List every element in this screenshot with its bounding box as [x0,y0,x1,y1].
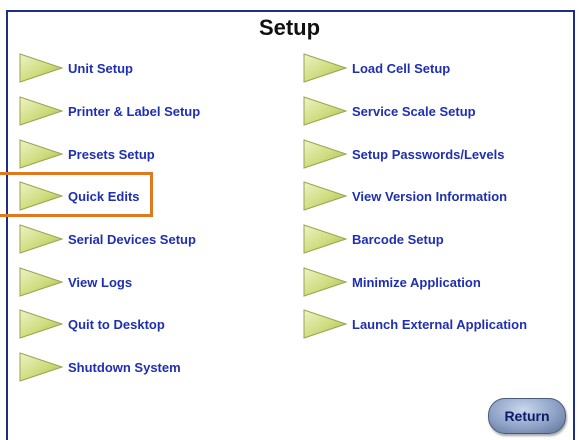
menu-item-label: Barcode Setup [352,231,444,247]
triangle-arrow-icon [303,53,348,83]
page-title: Setup [258,15,321,40]
return-button[interactable]: Return [488,398,566,434]
triangle-arrow-icon [19,352,64,382]
menu-item-load-cell-setup[interactable]: Load Cell Setup [302,51,450,85]
triangle-arrow-icon [303,224,348,254]
triangle-arrow-icon [303,181,348,211]
triangle-arrow-icon [303,267,348,297]
triangle-arrow-icon [303,309,348,339]
menu-item-label: View Version Information [352,188,508,204]
menu-item-view-logs[interactable]: View Logs [18,265,132,299]
menu-item-label: Quit to Desktop [68,316,165,332]
menu-item-label: Unit Setup [68,60,133,76]
triangle-arrow-icon [19,139,64,169]
triangle-arrow-icon [19,267,64,297]
triangle-arrow-icon [19,53,64,83]
triangle-arrow-icon [19,309,64,339]
menu-item-launch-external-application[interactable]: Launch External Application [302,307,527,341]
menu-item-serial-devices-setup[interactable]: Serial Devices Setup [18,222,196,256]
triangle-arrow-icon [19,96,64,126]
menu-item-label: Minimize Application [352,274,481,290]
menu-item-label: Presets Setup [68,146,155,162]
menu-item-quit-to-desktop[interactable]: Quit to Desktop [18,307,165,341]
menu-item-service-scale-setup[interactable]: Service Scale Setup [302,94,476,128]
menu-item-printer-label-setup[interactable]: Printer & Label Setup [18,94,200,128]
menu-item-label: Serial Devices Setup [68,231,196,247]
triangle-arrow-icon [303,139,348,169]
menu-item-unit-setup[interactable]: Unit Setup [18,51,133,85]
triangle-arrow-icon [19,224,64,254]
highlight-box [0,172,153,217]
menu-item-label: Printer & Label Setup [68,103,201,119]
menu-item-view-version-information[interactable]: View Version Information [302,179,507,213]
menu-item-minimize-application[interactable]: Minimize Application [302,265,481,299]
menu-item-label: Launch External Application [352,316,528,332]
menu-item-label: Load Cell Setup [352,60,451,76]
menu-item-shutdown-system[interactable]: Shutdown System [18,350,181,384]
menu-item-label: Setup Passwords/Levels [352,146,505,162]
triangle-arrow-icon [303,96,348,126]
menu-item-setup-passwords-levels[interactable]: Setup Passwords/Levels [302,137,504,171]
menu-item-label: Service Scale Setup [352,103,476,119]
return-button-label: Return [504,408,550,424]
menu-item-barcode-setup[interactable]: Barcode Setup [302,222,444,256]
menu-item-presets-setup[interactable]: Presets Setup [18,137,155,171]
menu-item-label: Shutdown System [68,359,181,375]
menu-item-label: View Logs [68,274,133,290]
